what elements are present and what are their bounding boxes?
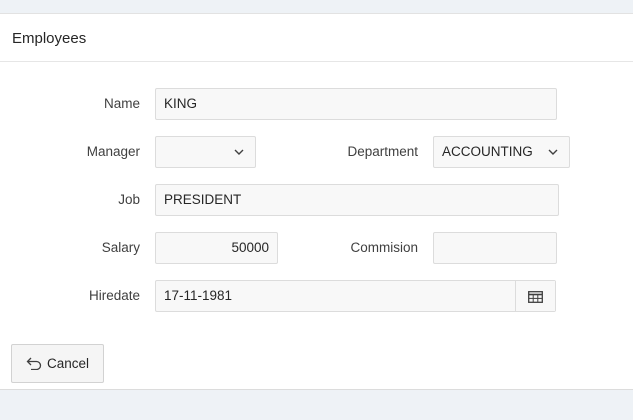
department-label: Department bbox=[347, 144, 418, 159]
salary-label: Salary bbox=[101, 240, 140, 255]
manager-label: Manager bbox=[86, 144, 140, 159]
job-label: Job bbox=[118, 192, 140, 207]
department-select[interactable]: ACCOUNTING bbox=[433, 136, 570, 168]
employees-region: Employees Name KING Manager Department A… bbox=[0, 13, 633, 390]
name-field[interactable]: KING bbox=[155, 88, 557, 120]
name-label: Name bbox=[103, 96, 140, 111]
chevron-down-icon bbox=[548, 149, 558, 155]
department-value: ACCOUNTING bbox=[442, 144, 533, 159]
hiredate-picker-button[interactable] bbox=[515, 281, 555, 311]
hiredate-field[interactable]: 17-11-1981 bbox=[155, 280, 556, 312]
region-title: Employees bbox=[12, 30, 87, 47]
region-header: Employees bbox=[0, 14, 633, 62]
chevron-down-icon bbox=[234, 149, 244, 155]
manager-select[interactable] bbox=[155, 136, 256, 168]
salary-value: 50000 bbox=[231, 240, 269, 255]
name-value: KING bbox=[164, 96, 198, 111]
hiredate-label: Hiredate bbox=[88, 288, 140, 303]
hiredate-value: 17-11-1981 bbox=[164, 288, 233, 303]
job-value: PRESIDENT bbox=[164, 192, 242, 207]
job-field[interactable]: PRESIDENT bbox=[155, 184, 559, 216]
salary-field[interactable]: 50000 bbox=[155, 232, 278, 264]
cancel-label: Cancel bbox=[47, 356, 90, 371]
calendar-icon bbox=[528, 291, 543, 303]
commission-field[interactable] bbox=[433, 232, 557, 264]
cancel-button[interactable]: Cancel bbox=[11, 344, 104, 383]
commission-label: Commision bbox=[350, 240, 418, 255]
undo-arrow-icon bbox=[26, 357, 42, 370]
